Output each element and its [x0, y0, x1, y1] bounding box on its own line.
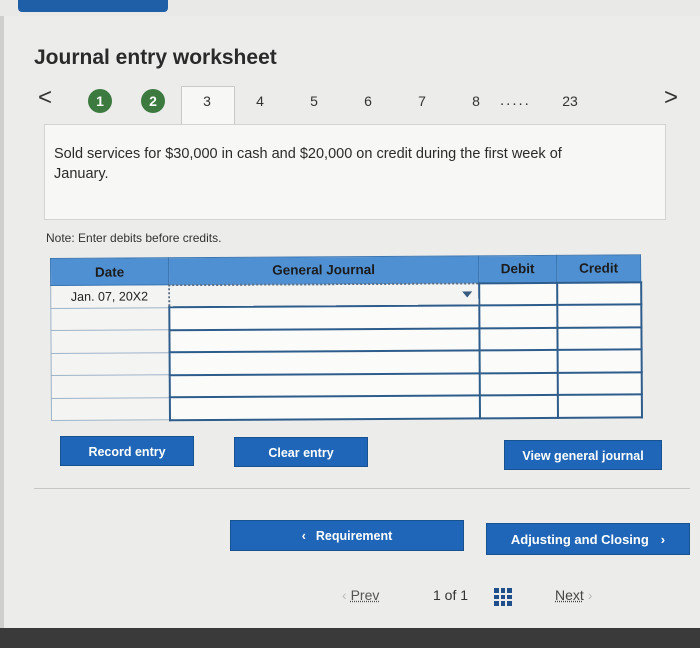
clear-entry-button[interactable]: Clear entry	[234, 437, 368, 467]
date-cell	[51, 352, 170, 376]
step-6[interactable]: 6	[356, 89, 380, 113]
date-cell	[51, 374, 170, 398]
requirement-label: Requirement	[315, 529, 393, 543]
chevron-right-icon: ›	[587, 587, 593, 603]
bottom-bar	[0, 628, 700, 648]
step-23[interactable]: 23	[558, 89, 582, 113]
date-cell	[50, 329, 170, 353]
transaction-description: Sold services for $30,000 in cash and $2…	[54, 146, 562, 182]
page-title: Journal entry worksheet	[34, 46, 277, 69]
step-5[interactable]: 5	[302, 89, 326, 113]
chevron-right-icon: ›	[660, 532, 666, 547]
chevron-left-icon: ‹	[342, 587, 347, 603]
grid-icon[interactable]	[494, 588, 512, 606]
account-select[interactable]	[168, 282, 479, 308]
note-text: Note: Enter debits before credits.	[46, 231, 222, 245]
credit-input[interactable]	[556, 304, 641, 328]
debit-input[interactable]	[479, 349, 558, 373]
adjusting-label: Adjusting and Closing	[510, 532, 649, 547]
account-input[interactable]	[169, 372, 480, 398]
record-entry-button[interactable]: Record entry	[60, 436, 194, 466]
step-1[interactable]: 1	[88, 89, 112, 113]
credit-input[interactable]	[557, 394, 642, 418]
dropdown-caret-icon[interactable]	[461, 290, 472, 297]
adjusting-closing-button[interactable]: Adjusting and Closing ›	[486, 523, 690, 555]
journal-table: Date General Journal Debit Credit Jan. 0…	[50, 254, 642, 421]
prev-label: Prev	[350, 587, 380, 603]
view-general-journal-button[interactable]: View general journal	[504, 440, 662, 470]
prev-step-icon[interactable]: <	[38, 86, 52, 110]
step-3[interactable]: 3	[195, 89, 219, 113]
account-input[interactable]	[168, 305, 479, 330]
credit-input[interactable]	[557, 349, 642, 373]
date-cell	[50, 307, 169, 331]
header-credit: Credit	[556, 254, 641, 283]
page-count: 1 of 1	[433, 587, 469, 603]
credit-input[interactable]	[556, 326, 642, 350]
debit-input[interactable]	[479, 372, 558, 396]
steps-ellipsis: .....	[500, 92, 531, 109]
debit-input[interactable]	[478, 304, 557, 328]
account-input[interactable]	[168, 327, 480, 353]
next-page-link[interactable]: Next ›	[555, 587, 592, 603]
next-step-icon[interactable]: >	[664, 86, 678, 110]
date-cell	[51, 397, 170, 421]
credit-input[interactable]	[556, 281, 641, 305]
debit-input[interactable]	[479, 394, 558, 418]
requirement-button[interactable]: ‹ Requirement	[230, 520, 464, 551]
divider	[34, 488, 690, 489]
header-general-journal: General Journal	[168, 255, 479, 285]
account-input[interactable]	[169, 350, 480, 375]
header-debit: Debit	[478, 255, 557, 283]
header-date: Date	[50, 257, 169, 286]
step-4[interactable]: 4	[248, 89, 272, 113]
date-cell: Jan. 07, 20X2	[50, 284, 169, 308]
prev-page-link[interactable]: ‹ Prev	[342, 587, 379, 603]
step-8[interactable]: 8	[464, 89, 488, 113]
chevron-left-icon: ‹	[301, 529, 306, 543]
table-row	[51, 394, 642, 421]
top-tab[interactable]	[18, 0, 168, 12]
account-input[interactable]	[169, 395, 480, 420]
debit-input[interactable]	[478, 282, 557, 306]
next-label: Next	[555, 587, 584, 603]
step-7[interactable]: 7	[410, 89, 434, 113]
debit-input[interactable]	[478, 327, 558, 351]
step-2[interactable]: 2	[141, 89, 165, 113]
credit-input[interactable]	[557, 371, 642, 395]
